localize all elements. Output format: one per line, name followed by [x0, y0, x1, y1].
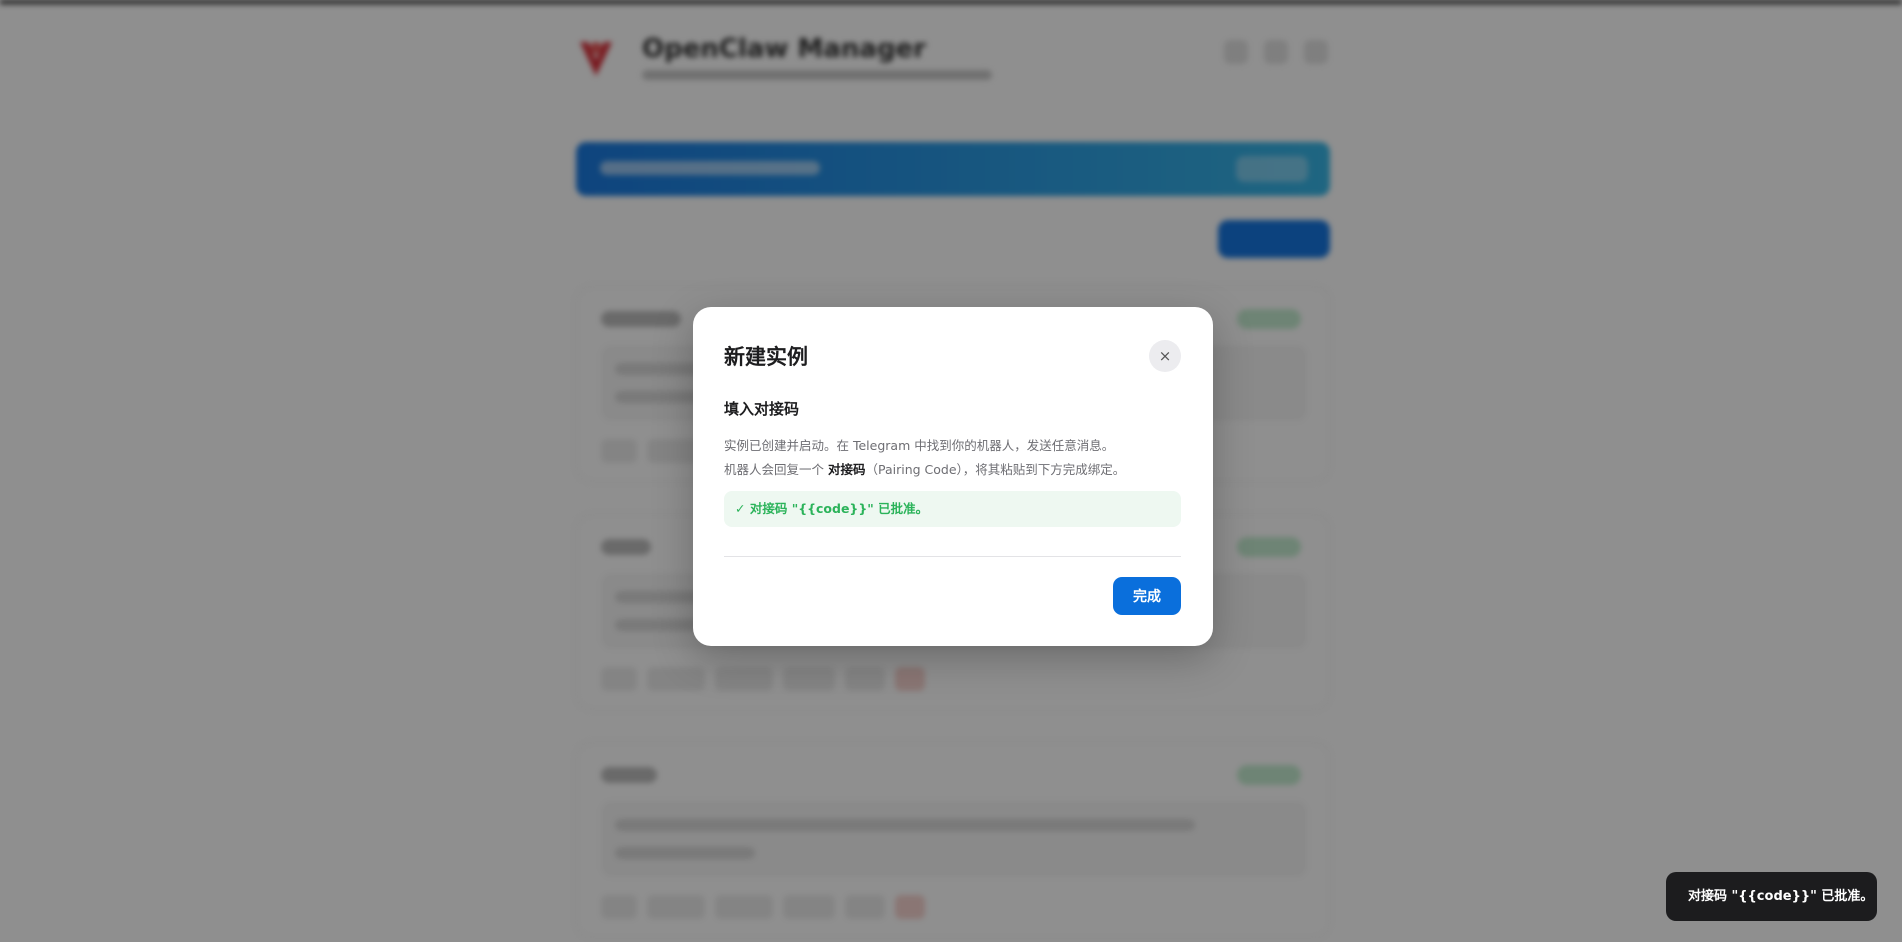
success-text: 对接码 "{{code}}" 已批准。 [749, 501, 929, 516]
new-instance-modal: 新建实例 × 填入对接码 实例已创建并启动。在 Telegram 中找到你的机器… [693, 307, 1213, 646]
pairing-code-term: 对接码 [827, 462, 866, 477]
instructions-line-2: 机器人会回复一个 对接码（Pairing Code），将其粘贴到下方完成绑定。 [724, 462, 1184, 478]
instructions-prefix: 机器人会回复一个 [724, 462, 828, 477]
success-message: ✓ 对接码 "{{code}}" 已批准。 [724, 491, 1181, 527]
check-icon: ✓ [735, 501, 746, 516]
toast-notification: 对接码 "{{code}}" 已批准。 [1666, 872, 1877, 921]
modal-divider [724, 556, 1181, 557]
instructions-line-1: 实例已创建并启动。在 Telegram 中找到你的机器人，发送任意消息。 [724, 438, 1115, 453]
step-title: 填入对接码 [724, 400, 800, 418]
modal-title: 新建实例 [724, 345, 808, 369]
close-button[interactable]: × [1149, 340, 1181, 372]
close-icon: × [1158, 347, 1172, 365]
done-button[interactable]: 完成 [1113, 577, 1181, 615]
instructions-suffix: （Pairing Code），将其粘贴到下方完成绑定。 [865, 462, 1126, 477]
